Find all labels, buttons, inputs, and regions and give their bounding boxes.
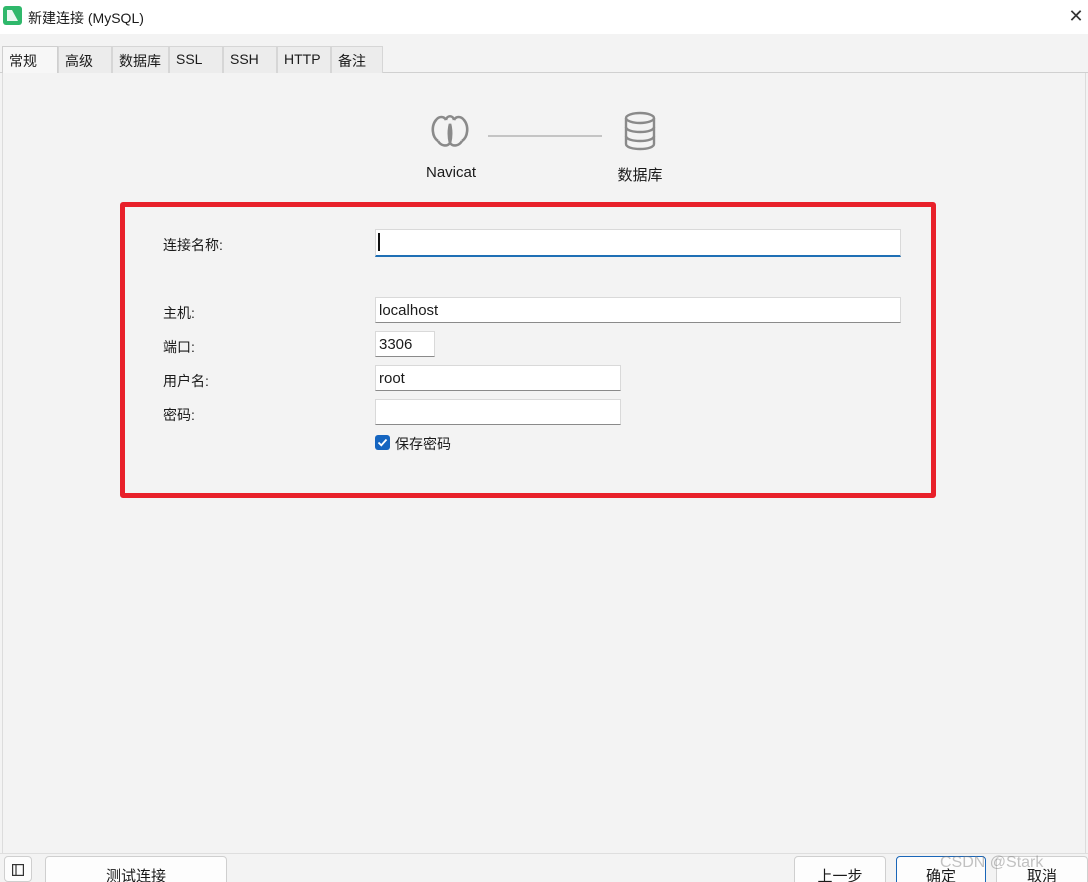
close-button[interactable]: ✕	[1064, 4, 1088, 28]
navicat-app-icon	[3, 6, 22, 25]
tab-advanced[interactable]: 高级	[58, 46, 112, 73]
connection-name-label: 连接名称:	[163, 237, 223, 253]
navicat-logo-icon	[429, 110, 471, 152]
tab-general[interactable]: 常规	[2, 46, 58, 74]
database-label: 数据库	[617, 167, 663, 184]
port-label: 端口:	[163, 339, 195, 355]
back-button[interactable]: 上一步	[794, 856, 886, 882]
panel-toggle-button[interactable]	[4, 856, 32, 882]
host-label: 主机:	[163, 305, 195, 321]
tab-ssh[interactable]: SSH	[223, 46, 277, 73]
username-label: 用户名:	[163, 373, 209, 389]
navicat-label: Navicat	[425, 164, 477, 181]
tab-databases[interactable]: 数据库	[112, 46, 169, 73]
tab-ssl[interactable]: SSL	[169, 46, 223, 73]
host-input[interactable]	[375, 297, 901, 323]
title-bar: 新建连接 (MySQL) ✕	[0, 0, 1088, 34]
database-icon	[622, 110, 658, 152]
window-title: 新建连接 (MySQL)	[28, 10, 144, 26]
tab-notes[interactable]: 备注	[331, 46, 383, 73]
cancel-button[interactable]: 取消	[996, 856, 1088, 882]
connection-line	[488, 135, 602, 137]
save-password-label[interactable]: 保存密码	[395, 434, 451, 454]
tab-bar: 常规 高级 数据库 SSL SSH HTTP 备注	[0, 46, 1088, 74]
password-input[interactable]	[375, 399, 621, 425]
password-label: 密码:	[163, 407, 195, 423]
ok-button[interactable]: 确定	[896, 856, 986, 882]
save-password-checkbox[interactable]	[375, 435, 390, 450]
test-connection-button[interactable]: 测试连接	[45, 856, 227, 882]
text-caret	[378, 233, 380, 251]
connection-name-input[interactable]	[375, 229, 901, 257]
username-input[interactable]	[375, 365, 621, 391]
tab-http[interactable]: HTTP	[277, 46, 331, 73]
port-input[interactable]	[375, 331, 435, 357]
